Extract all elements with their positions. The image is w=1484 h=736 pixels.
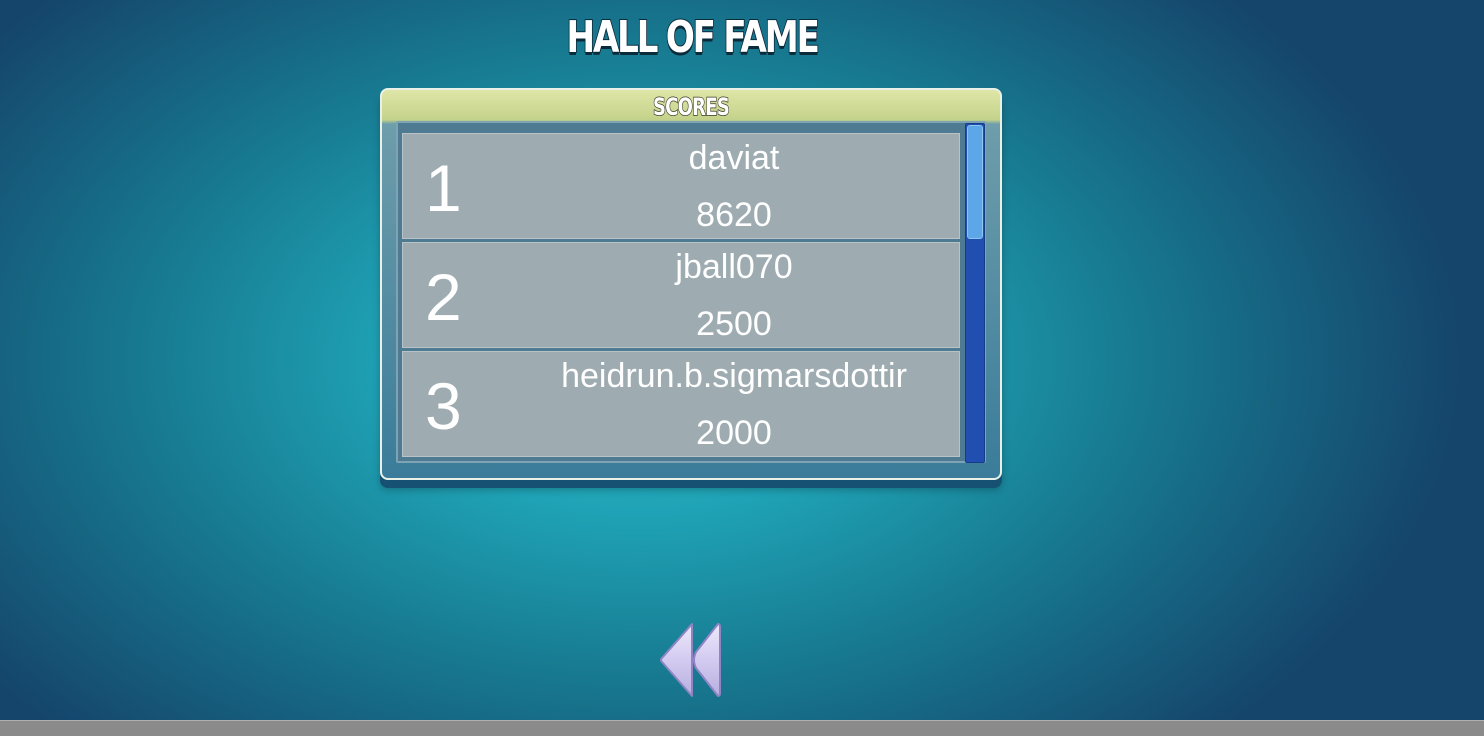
scores-scrollbar[interactable] [965, 123, 985, 463]
scores-header: SCORES [652, 92, 730, 122]
rewind-icon [660, 623, 721, 697]
hall-of-fame-title: HALL OF FAME [566, 11, 821, 64]
score-rank: 2 [425, 260, 462, 334]
score-row: 3 heidrun.b.sigmarsdottir 2000 [402, 351, 960, 457]
scrollbar-thumb[interactable] [967, 125, 983, 239]
score-player-name: jball070 [675, 248, 793, 286]
scores-list-frame: 1 daviat 8620 2 jball070 2500 3 heidrun.… [396, 121, 986, 463]
scores-list[interactable]: 1 daviat 8620 2 jball070 2500 3 heidrun.… [402, 133, 960, 461]
bottom-bar [0, 720, 1484, 736]
score-value: 8620 [696, 196, 772, 234]
scores-panel: SCORES 1 daviat 8620 2 jball070 2500 3 h… [380, 88, 1002, 480]
score-row: 1 daviat 8620 [402, 133, 960, 239]
score-value: 2500 [696, 305, 772, 343]
score-rank: 3 [425, 369, 462, 443]
score-value: 2000 [696, 414, 772, 452]
score-player-name: daviat [688, 139, 780, 177]
score-row: 2 jball070 2500 [402, 242, 960, 348]
score-player-name: heidrun.b.sigmarsdottir [561, 357, 907, 395]
back-button[interactable] [656, 620, 726, 700]
score-rank: 1 [425, 151, 462, 225]
